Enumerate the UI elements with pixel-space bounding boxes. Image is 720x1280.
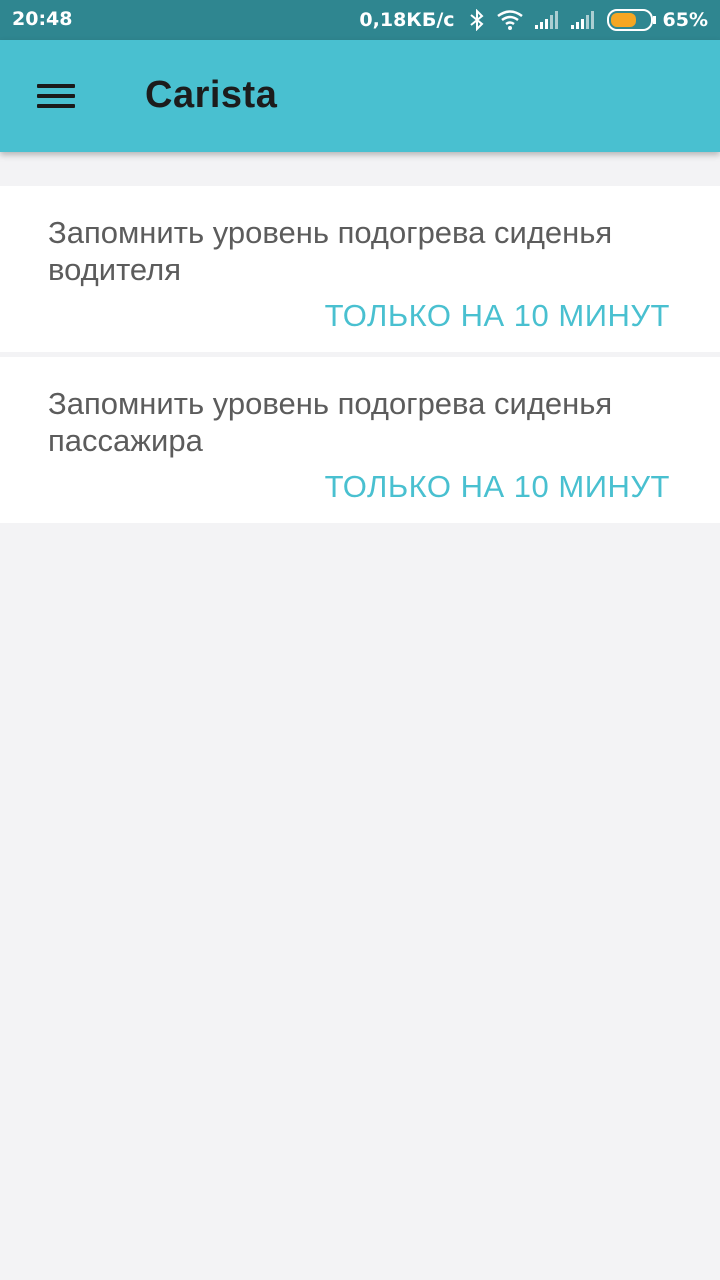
setting-item-driver-seat-heat[interactable]: Запомнить уровень подогрева сиденья води… bbox=[0, 186, 720, 352]
status-indicators: 0,18КБ/с 65% bbox=[359, 0, 708, 40]
settings-list: Запомнить уровень подогрева сиденья води… bbox=[0, 186, 720, 528]
wifi-icon bbox=[496, 10, 523, 30]
battery-percent: 65% bbox=[662, 9, 708, 31]
app-title: Carista bbox=[145, 74, 278, 116]
app-bar: Carista bbox=[0, 40, 720, 152]
signal-icon bbox=[570, 11, 595, 29]
status-bar: 20:48 0,18КБ/с 65% bbox=[0, 0, 720, 40]
setting-item-passenger-seat-heat[interactable]: Запомнить уровень подогрева сиденья пасс… bbox=[0, 357, 720, 523]
setting-label: Запомнить уровень подогрева сиденья води… bbox=[48, 215, 613, 287]
hamburger-menu-icon bbox=[37, 78, 75, 114]
bluetooth-icon bbox=[469, 9, 485, 31]
signal-icon bbox=[534, 11, 559, 29]
setting-label: Запомнить уровень подогрева сиденья пасс… bbox=[48, 386, 613, 458]
battery-icon bbox=[606, 9, 657, 31]
setting-value[interactable]: ТОЛЬКО НА 10 МИНУТ bbox=[48, 298, 670, 334]
setting-value[interactable]: ТОЛЬКО НА 10 МИНУТ bbox=[48, 469, 670, 505]
status-time: 20:48 bbox=[12, 8, 73, 30]
network-speed: 0,18КБ/с bbox=[359, 9, 455, 31]
menu-button[interactable] bbox=[24, 68, 88, 124]
